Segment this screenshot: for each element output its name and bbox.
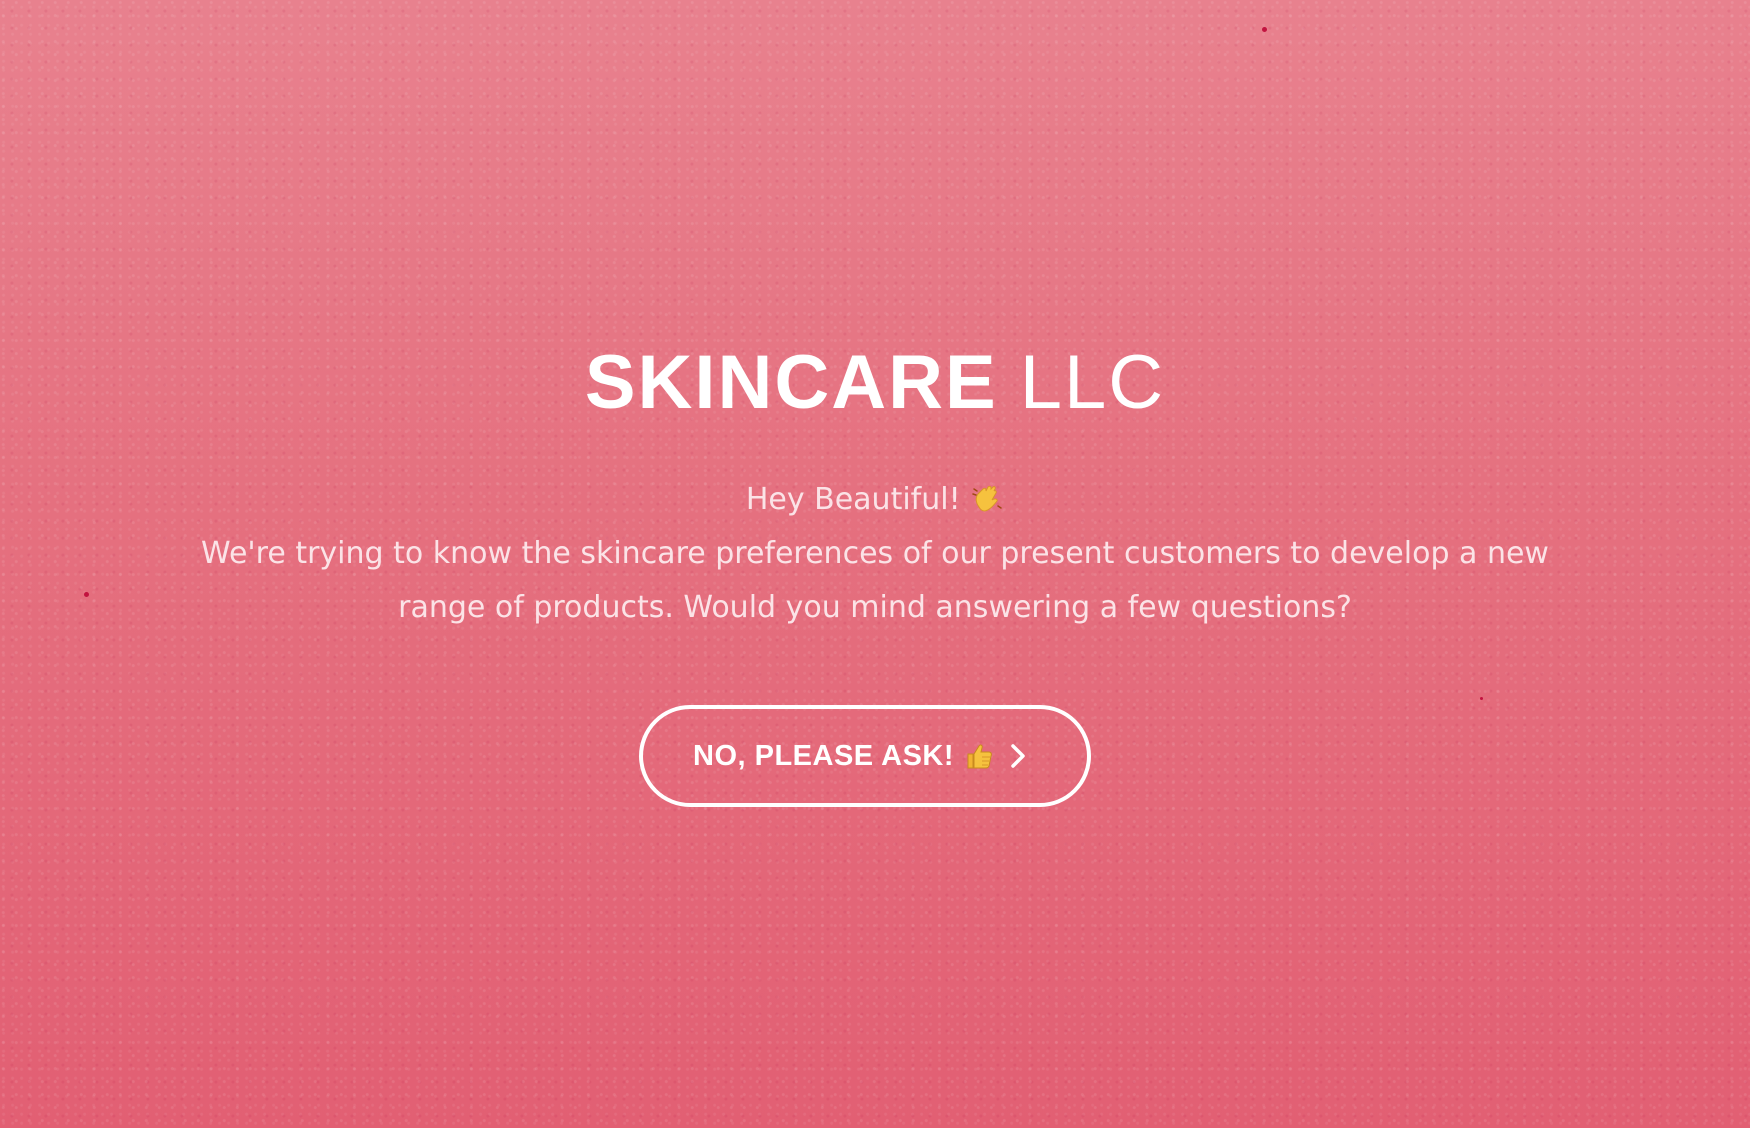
chevron-right-icon	[1005, 743, 1031, 769]
greeting-line: Hey Beautiful!	[195, 473, 1555, 527]
brand-name-light: LLC	[1019, 340, 1166, 425]
background-speck	[1480, 697, 1483, 700]
greeting-text: Hey Beautiful!	[745, 482, 961, 517]
background-speck	[1262, 27, 1267, 32]
brand-name-bold: SKINCARE	[584, 340, 998, 425]
start-survey-label: NO, PLEASE ASK!	[693, 739, 955, 772]
thumbs-up-icon	[964, 741, 994, 771]
brand-logo: SKINCARE LLC	[585, 345, 1165, 421]
intro-message: We're trying to know the skincare prefer…	[201, 536, 1549, 625]
welcome-content: SKINCARE LLC Hey Beautiful! We're trying …	[0, 345, 1750, 635]
waving-hand-icon	[970, 482, 1004, 517]
intro-text: Hey Beautiful! We're trying to know the …	[195, 473, 1555, 635]
start-survey-button[interactable]: NO, PLEASE ASK!	[639, 705, 1091, 807]
